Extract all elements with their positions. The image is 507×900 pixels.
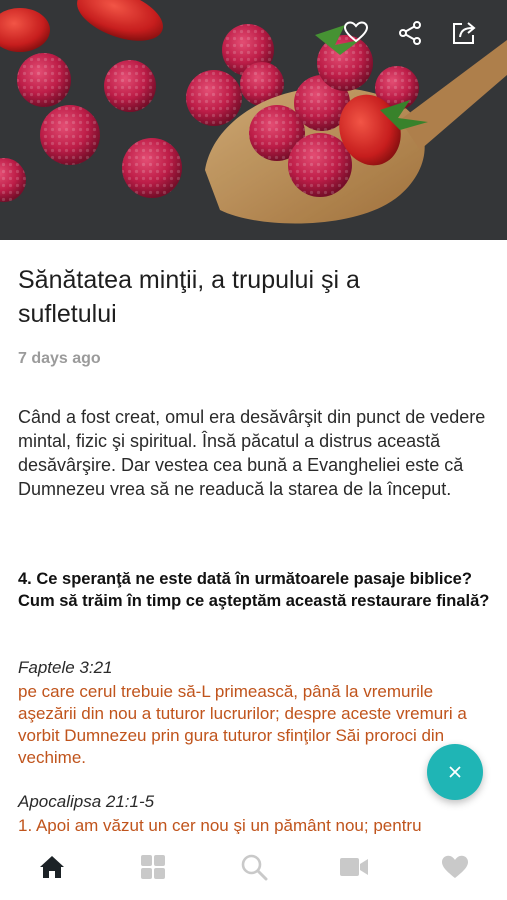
close-fab-button[interactable] [427, 744, 483, 800]
tab-search[interactable] [238, 852, 270, 882]
passage-reference: Apocalipsa 21:1-5 [18, 792, 155, 811]
share-button[interactable] [397, 20, 427, 50]
tab-favorites[interactable] [439, 852, 471, 882]
open-external-button[interactable] [451, 20, 481, 50]
share-nodes-icon [399, 21, 421, 45]
passage-reference: Faptele 3:21 [18, 658, 113, 677]
heart-outline-icon [343, 21, 369, 43]
article-date: 7 days ago [18, 350, 101, 367]
external-share-icon [453, 22, 476, 44]
tab-categories[interactable] [137, 852, 169, 882]
video-camera-icon [340, 858, 368, 876]
study-question: 4. Ce speranţă ne este dată în următoare… [18, 570, 490, 610]
tab-home[interactable] [36, 852, 68, 882]
close-icon [449, 766, 461, 778]
article-intro: Când a fost creat, omul era desăvârşit d… [18, 407, 486, 499]
article-title: Sănătatea minţii, a trupului şi a suflet… [18, 266, 360, 328]
bottom-tab-bar [0, 834, 507, 900]
search-icon [241, 854, 268, 881]
passage-text: pe care cerul trebuie să-L primească, pâ… [18, 682, 467, 767]
tab-videos[interactable] [338, 852, 370, 882]
grid-icon [141, 855, 165, 879]
heart-icon [442, 855, 468, 878]
hero-image [0, 0, 507, 240]
home-icon [40, 856, 64, 878]
favorite-button[interactable] [343, 20, 373, 50]
berries-illustration [0, 0, 507, 240]
